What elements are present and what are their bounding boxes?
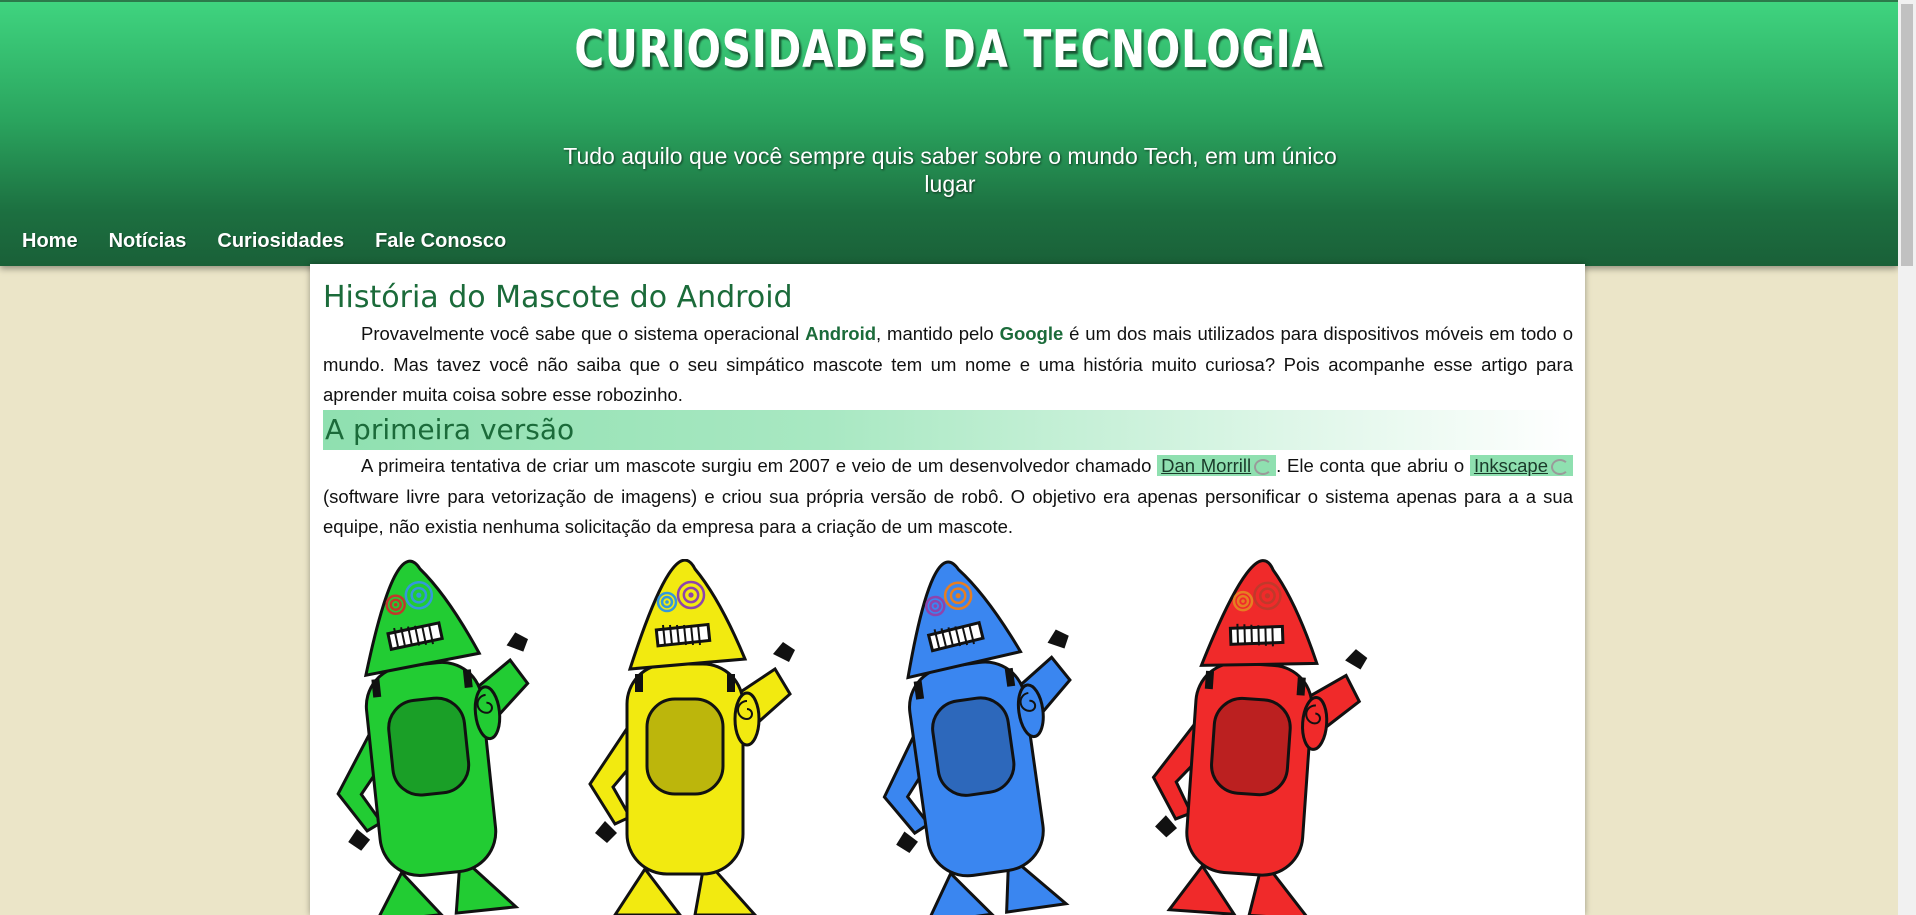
nav-curiosidades[interactable]: Curiosidades [217,230,344,253]
robot-figure [1151,559,1368,915]
site-title: CURIOSIDADES DA TECNOLOGIA [574,20,1324,80]
android-keyword: Android [805,323,877,344]
robot-figure [336,559,530,915]
dan-morrill-link-label: Dan Morrill [1161,455,1252,476]
intro-paragraph: Provavelmente você sabe que o sistema op… [323,319,1573,411]
robot-mascots-image [336,559,1368,915]
external-link-icon [1254,459,1273,476]
dan-morrill-link[interactable]: Dan Morrill [1157,455,1277,476]
google-keyword: Google [999,323,1064,344]
inkscape-link[interactable]: Inkscape [1469,455,1573,476]
intro-text-1: Provavelmente você sabe que o sistema op… [361,323,806,344]
section-text-2: . Ele conta que abriu o [1276,455,1470,476]
site-header: CURIOSIDADES DA TECNOLOGIA Tudo aquilo q… [0,0,1898,266]
nav-fale-conosco[interactable]: Fale Conosco [375,230,506,253]
robot-figure [588,559,795,915]
site-tagline: Tudo aquilo que você sempre quis saber s… [563,143,1337,197]
page-scrollbar[interactable] [1898,0,1916,915]
scrollbar-thumb[interactable] [1901,4,1913,266]
article-title: História do Mascote do Android [323,280,793,315]
inkscape-link-label: Inkscape [1473,455,1548,476]
intro-text-2: , mantido pelo [876,323,1000,344]
external-link-icon [1550,459,1569,476]
nav-home[interactable]: Home [22,230,78,253]
article-content: História do Mascote do Android Provavelm… [310,264,1585,915]
section-text-1: A primeira tentativa de criar um mascote… [361,455,1158,476]
section-text-3: (software livre para vetorização de imag… [323,485,1573,538]
nav-noticias[interactable]: Notícias [109,230,187,253]
section-title: A primeira versão [325,413,575,446]
section-heading: A primeira versão [323,410,1573,450]
section-paragraph: A primeira tentativa de criar um mascote… [323,451,1573,543]
robot-figure [882,560,1072,915]
main-nav: Home Notícias Curiosidades Fale Conosco [22,230,506,253]
